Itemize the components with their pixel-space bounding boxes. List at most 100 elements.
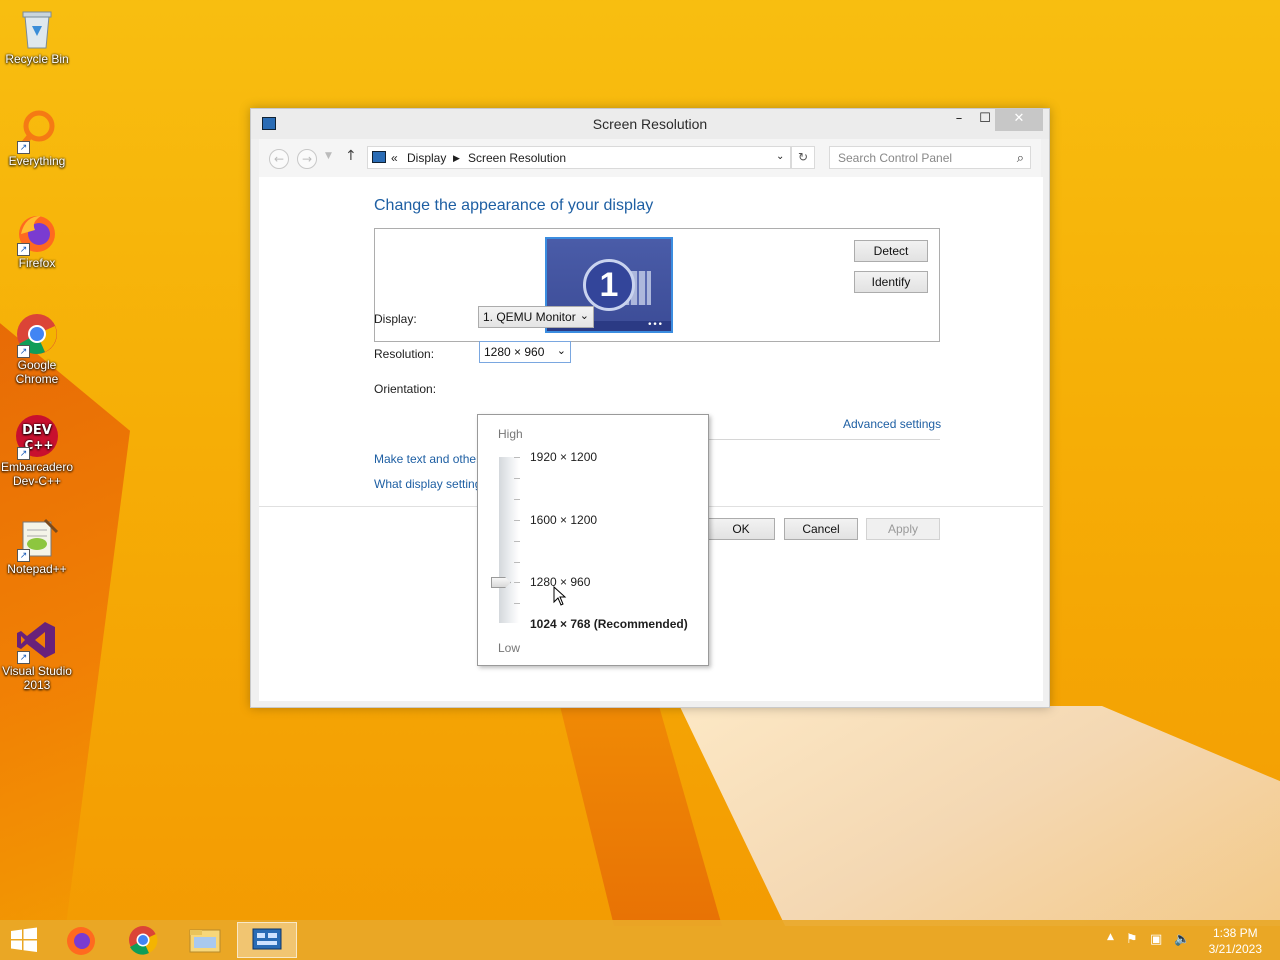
desktop-icon-label: Recycle Bin <box>5 52 69 66</box>
desktop-icon-label: Notepad++ <box>7 562 67 576</box>
desktop-icon-label: Google Chrome <box>15 358 59 386</box>
breadcrumb-screen-resolution[interactable]: Screen Resolution <box>468 151 566 165</box>
desktop-icon-devcpp[interactable]: DEV C++ ↗ Embarcadero Dev-C++ <box>0 408 74 488</box>
control-panel-icon <box>372 151 386 163</box>
taskbar-control-panel[interactable] <box>237 922 297 958</box>
everything-search-icon: ↗ <box>15 108 59 154</box>
close-button[interactable]: ✕ <box>995 109 1043 131</box>
shortcut-arrow-icon: ↗ <box>17 651 30 664</box>
firefox-icon: ↗ <box>15 210 59 256</box>
resolution-option[interactable]: 1920 × 1200 <box>530 450 597 464</box>
desktop-icon-label: Everything <box>8 154 66 168</box>
taskbar: ▲ ⚑ ▣ 🔈 1:38 PM 3/21/2023 <box>0 920 1280 960</box>
search-icon[interactable]: ⌕ <box>1017 150 1024 166</box>
clock-date: 3/21/2023 <box>1208 942 1262 956</box>
chevron-down-icon: ⌄ <box>579 310 589 322</box>
identify-button[interactable]: Identify <box>854 271 928 293</box>
high-label: High <box>498 427 523 441</box>
low-label: Low <box>498 641 521 655</box>
taskbar-chrome[interactable] <box>114 922 172 958</box>
search-input[interactable]: Search Control Panel ⌕ <box>829 146 1031 169</box>
desktop-icon-label: Visual Studio 2013 <box>2 664 72 692</box>
svg-text:DEV: DEV <box>22 423 52 438</box>
chrome-icon: ↗ <box>15 312 59 358</box>
system-tray: ▲ ⚑ ▣ 🔈 1:38 PM 3/21/2023 <box>1100 920 1280 960</box>
desktop-icon-visual-studio[interactable]: ↗ Visual Studio 2013 <box>0 612 74 692</box>
desktop-icon-chrome[interactable]: ↗ Google Chrome <box>0 306 74 386</box>
monitor-number: 1 <box>583 259 635 311</box>
slider-tick <box>514 478 520 479</box>
window-title: Screen Resolution <box>592 116 708 132</box>
slider-tick <box>514 457 520 458</box>
control-panel-icon <box>252 928 282 950</box>
action-center-flag-icon[interactable]: ⚑ <box>1126 932 1138 947</box>
refresh-icon[interactable]: ↻ <box>791 146 815 169</box>
up-arrow-icon[interactable]: ↑ <box>345 148 357 164</box>
display-label: Display: <box>374 312 417 326</box>
breadcrumb-display[interactable]: Display <box>407 151 446 165</box>
resolution-dropdown[interactable]: 1280 × 960 ⌄ <box>479 341 571 363</box>
resolution-option[interactable]: 1600 × 1200 <box>530 513 597 527</box>
back-arrow-icon[interactable]: ← <box>269 149 289 169</box>
breadcrumb-overflow[interactable]: « <box>391 151 398 165</box>
slider-tick <box>514 562 520 563</box>
taskbar-firefox[interactable] <box>52 922 110 958</box>
devcpp-icon: DEV C++ ↗ <box>15 414 59 460</box>
resolution-value: 1280 × 960 <box>484 345 545 359</box>
desktop-icon-label: Embarcadero Dev-C++ <box>0 460 74 488</box>
address-bar[interactable]: « Display ▶ Screen Resolution ⌄ <box>367 146 791 169</box>
visual-studio-icon: ↗ <box>15 618 59 664</box>
taskbar-file-explorer[interactable] <box>176 922 234 958</box>
notepadpp-icon: ↗ <box>15 516 59 562</box>
network-icon[interactable]: ▣ <box>1150 932 1162 947</box>
recycle-bin-icon <box>15 6 59 50</box>
forward-arrow-icon[interactable]: → <box>297 149 317 169</box>
resolution-option-recommended[interactable]: 1024 × 768 (Recommended) <box>530 617 688 631</box>
recent-locations-chevron-icon[interactable]: ▼ <box>325 151 332 161</box>
desktop-icon-everything[interactable]: ↗ Everything <box>0 102 74 168</box>
page-heading: Change the appearance of your display <box>374 197 654 214</box>
folder-icon <box>189 929 221 953</box>
chevron-down-icon: ⌄ <box>556 345 566 357</box>
wallpaper-shape <box>0 290 130 930</box>
navigation-bar: ← → ▼ ↑ « Display ▶ Screen Resolution ⌄ … <box>259 139 1041 177</box>
breadcrumb-separator-icon: ▶ <box>453 153 460 163</box>
slider-tick <box>514 520 520 521</box>
start-button[interactable] <box>0 922 48 958</box>
apply-button[interactable]: Apply <box>866 518 940 540</box>
desktop-icon-recycle-bin[interactable]: Recycle Bin <box>0 0 74 66</box>
chevron-down-icon[interactable]: ⌄ <box>776 151 784 162</box>
display-dropdown[interactable]: 1. QEMU Monitor ⌄ <box>478 306 594 328</box>
slider-tick <box>514 499 520 500</box>
cancel-button[interactable]: Cancel <box>784 518 858 540</box>
resolution-label: Resolution: <box>374 347 435 361</box>
ok-button[interactable]: OK <box>707 518 775 540</box>
clock[interactable]: 1:38 PM 3/21/2023 <box>1209 925 1262 957</box>
resolution-slider-track[interactable] <box>499 457 519 623</box>
detect-button[interactable]: Detect <box>854 240 928 262</box>
firefox-icon <box>67 927 95 955</box>
show-hidden-icons-icon[interactable]: ▲ <box>1107 932 1114 942</box>
orientation-label: Orientation: <box>374 382 437 396</box>
wallpaper-shape <box>679 706 1280 926</box>
shortcut-arrow-icon: ↗ <box>17 549 30 562</box>
resolution-slider-popup: High 1920 × 1200 1600 × 1200 1280 × 960 … <box>477 414 709 666</box>
display-value: 1. QEMU Monitor <box>483 310 576 324</box>
shortcut-arrow-icon: ↗ <box>17 141 30 154</box>
chrome-icon <box>129 926 158 955</box>
text-size-link[interactable]: Make text and other <box>374 452 480 466</box>
volume-muted-icon[interactable]: 🔈 <box>1174 932 1190 947</box>
title-bar[interactable]: Screen Resolution – ☐ ✕ <box>251 109 1049 139</box>
clock-time: 1:38 PM <box>1212 926 1258 940</box>
desktop-icon-firefox[interactable]: ↗ Firefox <box>0 204 74 270</box>
monitor-preview-panel: 1 ••• Detect Identify <box>374 228 940 342</box>
shortcut-arrow-icon: ↗ <box>17 447 30 460</box>
desktop-icon-label: Firefox <box>18 256 56 270</box>
advanced-settings-link[interactable]: Advanced settings <box>843 417 941 431</box>
search-placeholder: Search Control Panel <box>838 151 953 165</box>
desktop-icon-notepadpp[interactable]: ↗ Notepad++ <box>0 510 74 576</box>
slider-tick <box>514 603 520 604</box>
shortcut-arrow-icon: ↗ <box>17 243 30 256</box>
display-settings-help-link[interactable]: What display setting <box>374 477 481 491</box>
shortcut-arrow-icon: ↗ <box>17 345 30 358</box>
